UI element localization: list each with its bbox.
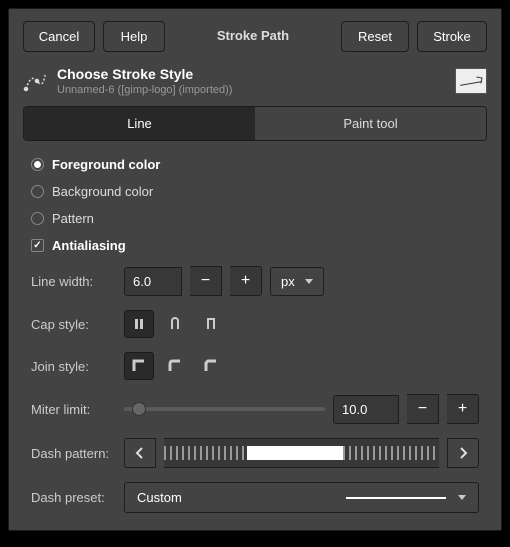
dash-preset-select[interactable]: Custom <box>124 482 479 513</box>
line-width-row: Line width: − + px <box>31 263 479 299</box>
miter-limit-slider[interactable] <box>124 395 325 423</box>
join-bevel-button[interactable] <box>196 352 226 380</box>
dash-preset-row: Dash preset: Custom <box>31 479 479 516</box>
content-pane: Foreground color Background color Patter… <box>9 141 501 530</box>
action-bar: Cancel Help Stroke Path Reset Stroke <box>9 9 501 62</box>
check-label: Antialiasing <box>52 238 126 253</box>
miter-limit-row: Miter limit: − + <box>31 391 479 427</box>
dialog-title: Stroke Path <box>173 21 333 52</box>
miter-limit-input[interactable] <box>333 395 399 424</box>
radio-pattern[interactable]: Pattern <box>31 209 479 228</box>
cap-style-row: Cap style: <box>31 307 479 341</box>
dash-preset-label: Dash preset: <box>31 490 116 505</box>
path-icon <box>23 69 47 93</box>
miter-limit-label: Miter limit: <box>31 402 116 417</box>
radio-label: Background color <box>52 184 153 199</box>
radio-icon <box>31 212 44 225</box>
cap-butt-button[interactable] <box>124 310 154 338</box>
cap-square-button[interactable] <box>196 310 226 338</box>
miter-limit-decrement[interactable]: − <box>407 394 439 424</box>
join-style-row: Join style: <box>31 349 479 383</box>
dialog-window: Cancel Help Stroke Path Reset Stroke Cho… <box>8 8 502 531</box>
join-style-label: Join style: <box>31 359 116 374</box>
join-round-button[interactable] <box>160 352 190 380</box>
radio-label: Foreground color <box>52 157 160 172</box>
unit-select[interactable]: px <box>270 267 324 296</box>
dash-scroll-left[interactable] <box>124 438 156 468</box>
stroke-button[interactable]: Stroke <box>417 21 487 52</box>
radio-label: Pattern <box>52 211 94 226</box>
tab-paint-tool[interactable]: Paint tool <box>255 107 486 140</box>
header: Choose Stroke Style Unnamed-6 ([gimp-log… <box>9 62 501 106</box>
tab-bar: Line Paint tool <box>23 106 487 141</box>
preset-preview-line <box>346 497 446 499</box>
preset-value: Custom <box>137 490 182 505</box>
chevron-down-icon <box>458 495 466 500</box>
cap-style-label: Cap style: <box>31 317 116 332</box>
chevron-down-icon <box>305 279 313 284</box>
header-subtitle: Unnamed-6 ([gimp-logo] (imported)) <box>57 84 445 96</box>
dash-pattern-label: Dash pattern: <box>31 446 116 461</box>
radio-icon <box>31 185 44 198</box>
cap-round-button[interactable] <box>160 310 190 338</box>
dash-pattern-editor[interactable] <box>164 438 439 468</box>
reset-button[interactable]: Reset <box>341 21 409 52</box>
radio-foreground-color[interactable]: Foreground color <box>31 155 479 174</box>
tab-line[interactable]: Line <box>24 107 255 140</box>
checkbox-antialiasing[interactable]: ✓ Antialiasing <box>31 236 479 255</box>
dash-scroll-right[interactable] <box>447 438 479 468</box>
header-title: Choose Stroke Style <box>57 66 445 82</box>
line-width-decrement[interactable]: − <box>190 266 222 296</box>
preview-thumbnail <box>455 68 487 94</box>
unit-value: px <box>281 274 295 289</box>
radio-background-color[interactable]: Background color <box>31 182 479 201</box>
miter-limit-increment[interactable]: + <box>447 394 479 424</box>
check-icon: ✓ <box>31 239 44 252</box>
dash-pattern-row: Dash pattern: <box>31 435 479 471</box>
help-button[interactable]: Help <box>103 21 165 52</box>
line-width-label: Line width: <box>31 274 116 289</box>
cancel-button[interactable]: Cancel <box>23 21 95 52</box>
line-width-increment[interactable]: + <box>230 266 262 296</box>
line-width-input[interactable] <box>124 267 182 296</box>
radio-icon <box>31 158 44 171</box>
join-miter-button[interactable] <box>124 352 154 380</box>
